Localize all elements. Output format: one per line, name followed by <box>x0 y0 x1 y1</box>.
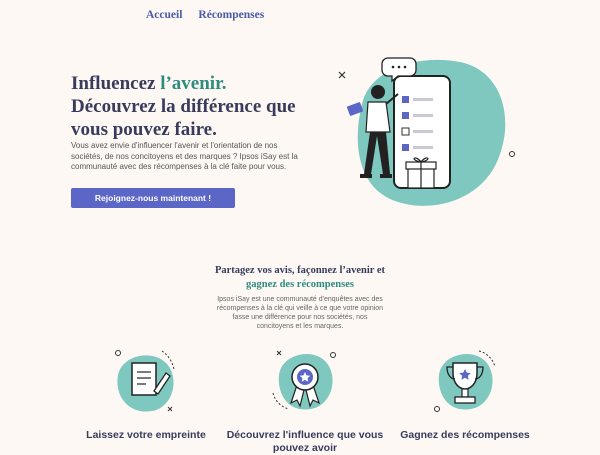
hero-title-accent: l’avenir. <box>160 73 227 94</box>
section-title-part1: Partagez vos avis, façonnez l’avenir et <box>214 265 386 276</box>
nav-link-recompenses[interactable]: Récompenses <box>198 9 264 21</box>
hero-title-part2: Découvrez la différence que vous pouvez … <box>71 96 296 140</box>
section-description: Ipsos iSay est une communauté d'enquêtes… <box>216 296 384 330</box>
feature-leave-mark: Laissez votre empreinte <box>56 345 236 441</box>
hero-title-part1: Influencez <box>71 73 161 94</box>
pen-paper-icon <box>115 350 175 412</box>
feature-title: Découvrez l'influence que vous pouvez av… <box>226 429 384 454</box>
hero-description: Vous avez envie d'influencer l'avenir et… <box>71 141 298 171</box>
dot-icon <box>509 151 515 157</box>
award-badge-icon <box>272 350 336 410</box>
section-title: Partagez vos avis, façonnez l’avenir et g… <box>200 264 400 292</box>
hero-title: Influencez l’avenir. Découvrez la différe… <box>71 72 331 141</box>
cross-icon <box>338 71 346 79</box>
nav-link-accueil[interactable]: Accueil <box>146 9 182 21</box>
feature-discover-influence: Découvrez l'influence que vous pouvez av… <box>215 345 395 454</box>
top-nav: Accueil Récompenses <box>146 9 264 21</box>
feature-title: Gagnez des récompenses <box>400 429 530 441</box>
feature-win-rewards: Gagnez des récompenses <box>375 345 555 441</box>
section-title-accent: gagnez des récompenses <box>246 279 354 290</box>
gift-icon <box>405 157 437 189</box>
trophy-icon <box>434 350 496 412</box>
feature-title: Laissez votre empreinte <box>86 429 206 441</box>
join-now-button[interactable]: Rejoignez-nous maintenant ! <box>71 188 235 208</box>
hero-illustration <box>338 57 515 206</box>
